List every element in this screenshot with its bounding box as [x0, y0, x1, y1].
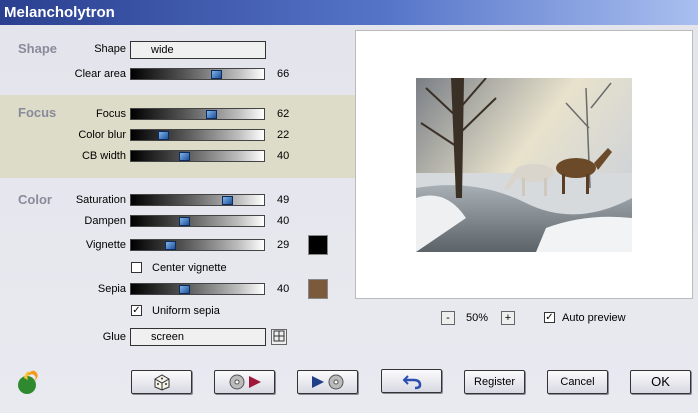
- dampen-value: 40: [277, 215, 290, 227]
- ok-button[interactable]: OK: [630, 370, 691, 394]
- cb-width-label: CB width: [81, 150, 126, 162]
- disc-play-icon: [229, 374, 261, 390]
- cb-width-value: 40: [277, 150, 290, 162]
- cancel-button[interactable]: Cancel: [547, 370, 608, 394]
- app-logo: [14, 368, 42, 396]
- dice-icon: [154, 374, 169, 391]
- dampen-slider[interactable]: [130, 215, 265, 227]
- clear-area-slider[interactable]: [130, 68, 265, 80]
- cb-width-slider[interactable]: [130, 150, 265, 162]
- saturation-thumb[interactable]: [222, 196, 233, 205]
- glue-select[interactable]: screen: [130, 328, 266, 346]
- vignette-slider[interactable]: [130, 239, 265, 251]
- dampen-thumb[interactable]: [179, 217, 190, 226]
- color-blur-slider[interactable]: [130, 129, 265, 141]
- save-preset-button[interactable]: [297, 370, 358, 394]
- clear-area-thumb[interactable]: [211, 70, 222, 79]
- preview-panel: [355, 30, 693, 299]
- auto-preview-label: Auto preview: [562, 312, 626, 324]
- center-vignette-checkbox[interactable]: [131, 262, 142, 273]
- random-button[interactable]: [131, 370, 192, 394]
- dampen-label: Dampen: [84, 215, 126, 227]
- preview-image: [416, 78, 632, 252]
- focus-value: 62: [277, 108, 290, 120]
- saturation-value: 49: [277, 194, 290, 206]
- vignette-label: Vignette: [85, 239, 126, 251]
- sepia-slider[interactable]: [130, 283, 265, 295]
- play-disc-icon: [311, 374, 343, 390]
- zoom-out-button[interactable]: -: [441, 311, 455, 325]
- sepia-value: 40: [277, 283, 290, 295]
- color-blur-thumb[interactable]: [158, 131, 169, 140]
- clear-area-value: 66: [277, 68, 290, 80]
- focus-slider[interactable]: [130, 108, 265, 120]
- sepia-color-swatch[interactable]: [308, 279, 328, 299]
- glue-label: Glue: [102, 331, 126, 343]
- cb-width-thumb[interactable]: [179, 152, 190, 161]
- clear-area-label: Clear area: [74, 68, 126, 80]
- window-title: Melancholytron: [0, 0, 698, 25]
- color-blur-label: Color blur: [78, 129, 126, 141]
- saturation-label: Saturation: [75, 194, 126, 206]
- undo-arrow-icon: [402, 375, 421, 390]
- auto-preview-checkbox[interactable]: ✓: [544, 312, 555, 323]
- center-vignette-label: Center vignette: [152, 262, 227, 274]
- shape-select[interactable]: wide: [130, 41, 266, 59]
- focus-thumb[interactable]: [206, 110, 217, 119]
- saturation-slider[interactable]: [130, 194, 265, 206]
- register-button[interactable]: Register: [464, 370, 525, 394]
- vignette-thumb[interactable]: [165, 241, 176, 250]
- zoom-level: 50%: [466, 312, 489, 324]
- undo-button[interactable]: [381, 369, 442, 393]
- focus-label: Focus: [96, 108, 126, 120]
- uniform-sepia-checkbox[interactable]: ✓: [131, 305, 142, 316]
- glue-picker-button[interactable]: [271, 329, 287, 345]
- zoom-in-button[interactable]: +: [501, 311, 515, 325]
- uniform-sepia-label: Uniform sepia: [152, 305, 220, 317]
- load-preset-button[interactable]: [214, 370, 275, 394]
- vignette-value: 29: [277, 239, 290, 251]
- grid-icon: [273, 330, 285, 342]
- vignette-color-swatch[interactable]: [308, 235, 328, 255]
- flame-globe-icon: [18, 370, 38, 394]
- sepia-label: Sepia: [97, 283, 126, 295]
- shape-label: Shape: [94, 43, 126, 55]
- sepia-thumb[interactable]: [179, 285, 190, 294]
- color-blur-value: 22: [277, 129, 290, 141]
